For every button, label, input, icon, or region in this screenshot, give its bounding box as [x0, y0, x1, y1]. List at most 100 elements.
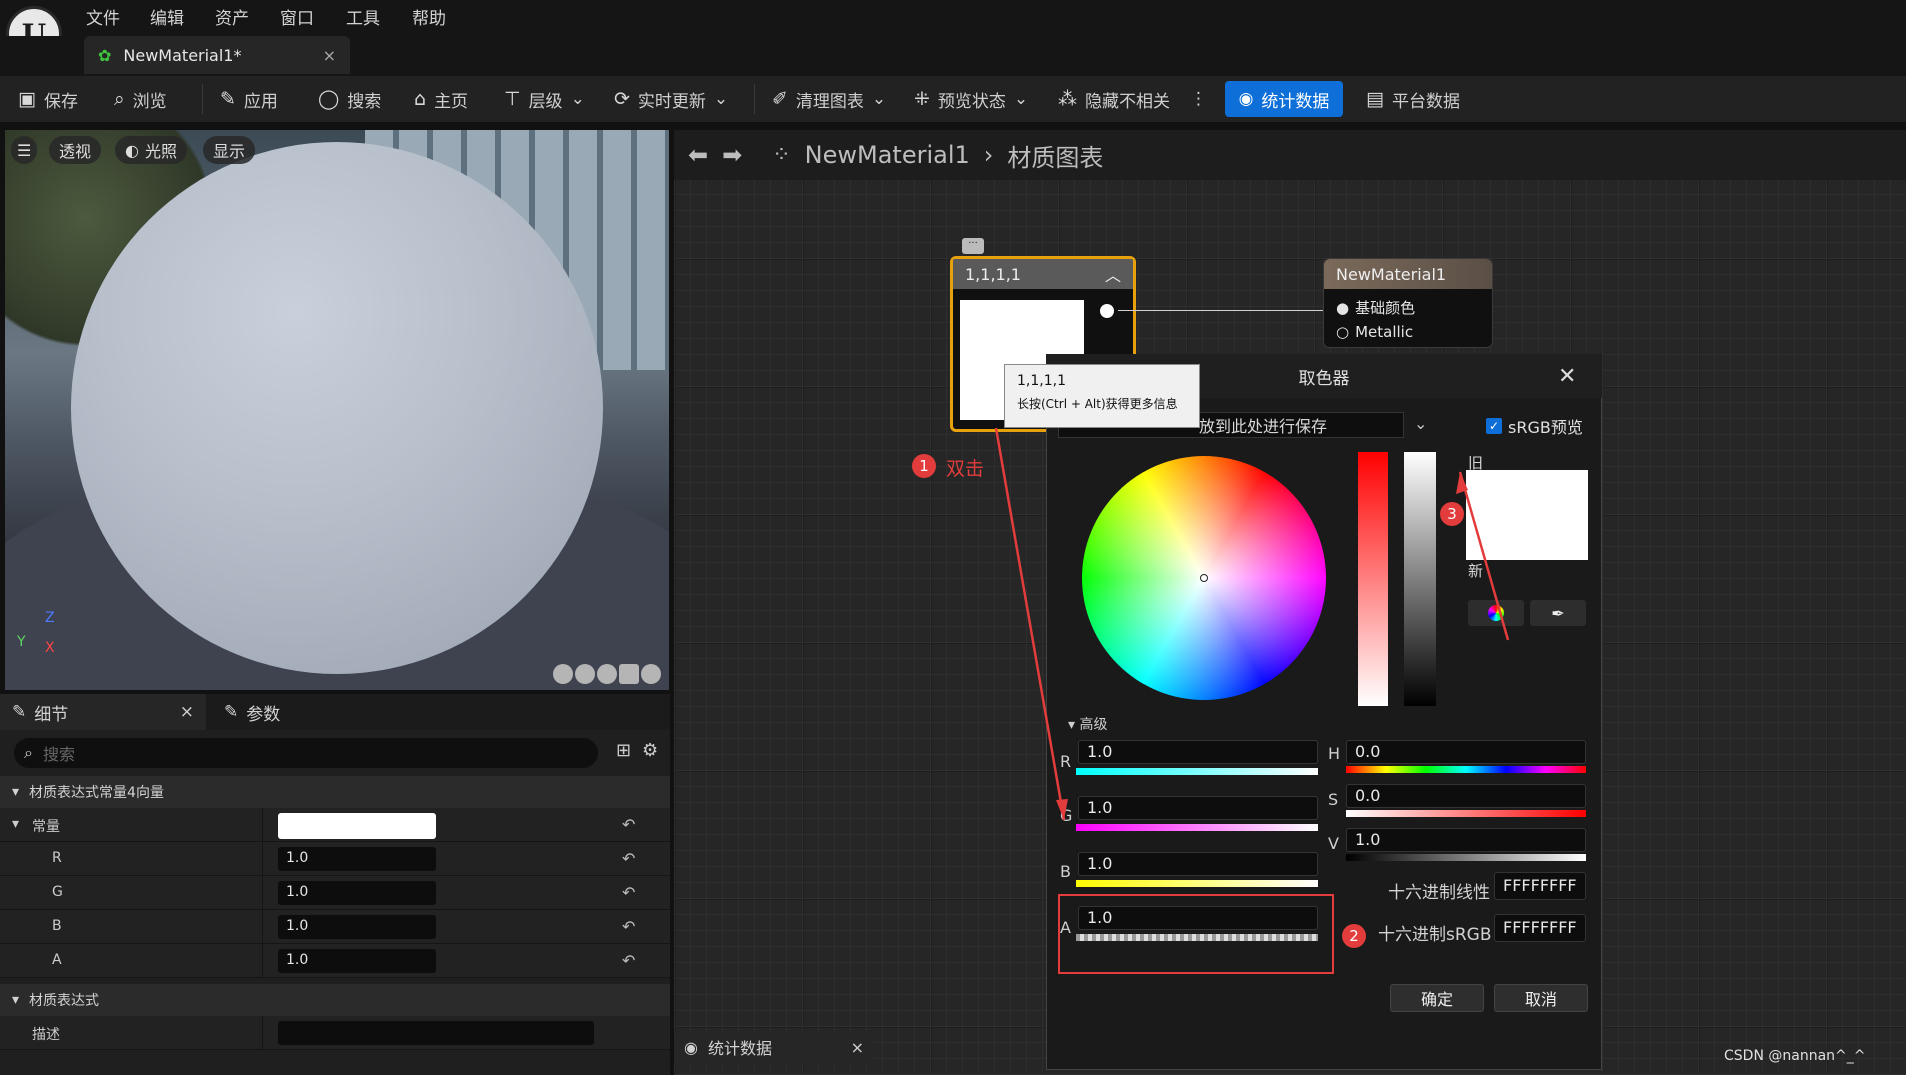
- g-value-input[interactable]: 1.0: [278, 881, 436, 905]
- a-row: A 1.0 ↶: [0, 944, 670, 978]
- output-pin[interactable]: [1100, 304, 1114, 318]
- r-value-input[interactable]: 1.0: [278, 847, 436, 871]
- hex-srgb-input[interactable]: FFFFFFFF: [1494, 914, 1586, 942]
- section-expr-label: 材质表达式: [29, 993, 100, 1009]
- description-input[interactable]: [278, 1021, 594, 1045]
- ok-button[interactable]: 确定: [1390, 984, 1484, 1012]
- tab-new-material[interactable]: ✿ NewMaterial1* ×: [84, 36, 350, 74]
- tab-details[interactable]: ✎ 细节 ×: [0, 694, 206, 730]
- perspective-button[interactable]: 透视: [49, 136, 102, 164]
- material-result-node[interactable]: NewMaterial1 ● 基础颜色 ○ Metallic: [1323, 258, 1493, 348]
- hex-linear-input[interactable]: FFFFFFFF: [1494, 872, 1586, 900]
- live-update-dropdown[interactable]: ⟳ 实时更新 ⌄: [614, 84, 728, 114]
- details-tab-label: 细节: [34, 704, 69, 725]
- viewport-menu-button[interactable]: ☰: [11, 136, 38, 164]
- b-value-input[interactable]: 1.0: [278, 915, 436, 939]
- b-channel-slider[interactable]: [1076, 880, 1318, 887]
- value-slider[interactable]: [1404, 452, 1436, 706]
- b-channel-input[interactable]: 1.0: [1078, 852, 1318, 876]
- reset-icon[interactable]: ↶: [622, 849, 635, 868]
- g-label: G: [52, 884, 63, 900]
- back-arrow-icon[interactable]: ⬅: [688, 141, 708, 169]
- reset-icon[interactable]: ↶: [622, 883, 635, 902]
- constant-color-swatch[interactable]: [278, 813, 436, 839]
- hierarchy-icon: ⊤: [504, 88, 521, 110]
- menu-window[interactable]: 窗口: [280, 4, 314, 29]
- checkbox-checked-icon[interactable]: ✓: [1486, 418, 1502, 434]
- sphere-shape-icon[interactable]: [575, 664, 595, 684]
- stats-panel-tab[interactable]: ◉ 统计数据 ×: [674, 1030, 874, 1064]
- browse-button[interactable]: ⌕ 浏览: [114, 84, 167, 114]
- reset-icon[interactable]: ↶: [622, 815, 635, 834]
- menu-asset[interactable]: 资产: [215, 4, 249, 29]
- details-search-input[interactable]: ⌕ 搜索: [14, 738, 598, 768]
- reset-icon[interactable]: ↶: [622, 917, 635, 936]
- g-channel-input[interactable]: 1.0: [1078, 796, 1318, 820]
- preview-state-dropdown[interactable]: ⁜ 预览状态 ⌄: [914, 84, 1028, 114]
- metallic-pin[interactable]: ○ Metallic: [1336, 323, 1413, 341]
- cube-shape-icon[interactable]: [619, 664, 639, 684]
- hierarchy-dropdown[interactable]: ⊤ 层级 ⌄: [504, 84, 585, 114]
- menu-help[interactable]: 帮助: [412, 4, 446, 29]
- close-icon[interactable]: ✕: [1558, 364, 1576, 389]
- pencil-icon: ✎: [224, 702, 239, 722]
- section-vector-param[interactable]: ▾ 材质表达式常量4向量: [0, 776, 670, 808]
- close-stats-button[interactable]: ×: [851, 1038, 864, 1057]
- base-color-pin[interactable]: ● 基础颜色: [1336, 297, 1415, 318]
- color-wheel-cursor[interactable]: [1200, 574, 1208, 582]
- search-button[interactable]: ◯ 搜索: [318, 84, 381, 114]
- s-channel-slider[interactable]: [1346, 810, 1586, 817]
- show-button[interactable]: 显示: [203, 136, 256, 164]
- stats-button[interactable]: ◉ 统计数据: [1225, 81, 1343, 117]
- saturation-slider[interactable]: [1358, 452, 1388, 706]
- advanced-section[interactable]: ▾ 高级: [1068, 714, 1107, 734]
- v-channel-slider[interactable]: [1346, 854, 1586, 861]
- g-channel-slider[interactable]: [1076, 824, 1318, 831]
- b-row: B 1.0 ↶: [0, 910, 670, 944]
- cylinder-shape-icon[interactable]: [553, 664, 573, 684]
- v-channel-input[interactable]: 1.0: [1346, 828, 1586, 852]
- h-channel-input[interactable]: 0.0: [1346, 740, 1586, 764]
- save-button[interactable]: ▣ 保存: [18, 84, 78, 114]
- more-options-icon[interactable]: ⋮: [1190, 89, 1207, 109]
- gear-icon[interactable]: ⚙: [642, 740, 658, 761]
- collapse-arrow-icon[interactable]: ▾: [12, 816, 19, 832]
- reset-icon[interactable]: ↶: [622, 951, 635, 970]
- plane-shape-icon[interactable]: [597, 664, 617, 684]
- close-details-button[interactable]: ×: [180, 702, 194, 722]
- menu-file[interactable]: 文件: [86, 4, 120, 29]
- forward-arrow-icon[interactable]: ➡: [722, 141, 742, 169]
- pencil-icon: ✎: [12, 702, 27, 722]
- chevron-down-icon: ⌄: [871, 89, 887, 109]
- a-value-input[interactable]: 1.0: [278, 949, 436, 973]
- h-channel-slider[interactable]: [1346, 766, 1586, 773]
- lighting-button[interactable]: ◐ 光照: [115, 136, 187, 164]
- chevron-down-icon[interactable]: ⌄: [1414, 414, 1427, 433]
- teapot-shape-icon[interactable]: [641, 664, 661, 684]
- srgb-label: sRGB预览: [1508, 418, 1583, 437]
- clean-graph-dropdown[interactable]: ✐ 清理图表 ⌄: [772, 84, 886, 114]
- s-channel-input[interactable]: 0.0: [1346, 784, 1586, 808]
- close-tab-button[interactable]: ×: [323, 46, 336, 65]
- menu-edit[interactable]: 编辑: [150, 4, 184, 29]
- srgb-preview-toggle[interactable]: ✓ sRGB预览: [1486, 414, 1583, 438]
- breadcrumb-asset[interactable]: NewMaterial1: [805, 141, 970, 169]
- table-view-icon[interactable]: ⊞: [616, 740, 631, 761]
- collapse-node-icon[interactable]: ︿: [1105, 262, 1121, 286]
- cancel-button[interactable]: 取消: [1494, 984, 1588, 1012]
- platform-stats-button[interactable]: ▤ 平台数据: [1366, 84, 1460, 114]
- home-button[interactable]: ⌂ 主页: [414, 84, 468, 114]
- preview-viewport[interactable]: ☰ 透视 ◐ 光照 显示 Z Y X: [5, 130, 669, 690]
- eyedropper-button[interactable]: ✒: [1530, 600, 1586, 626]
- color-wheel-mode-button[interactable]: [1468, 600, 1524, 626]
- comment-bubble-icon[interactable]: ···: [962, 238, 984, 254]
- broom-icon: ✐: [772, 88, 788, 110]
- r-channel-input[interactable]: 1.0: [1078, 740, 1318, 764]
- apply-button[interactable]: ✎ 应用: [220, 84, 278, 114]
- tab-parameters[interactable]: ✎ 参数: [212, 694, 292, 730]
- column-divider: [262, 808, 263, 842]
- r-channel-slider[interactable]: [1076, 768, 1318, 775]
- hide-unrelated-button[interactable]: ⁂ 隐藏不相关 ⋮: [1058, 84, 1207, 114]
- section-expression[interactable]: ▾ 材质表达式: [0, 984, 670, 1016]
- menu-tools[interactable]: 工具: [346, 4, 380, 29]
